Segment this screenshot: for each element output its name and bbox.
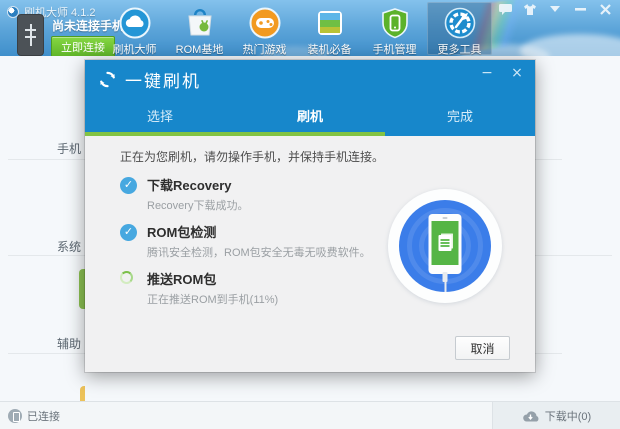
- dialog-tabs: 选择 刷机 完成: [85, 98, 535, 132]
- dialog-window-controls: − ×: [479, 66, 525, 80]
- downloads-status-text: 下载中(0): [544, 410, 592, 423]
- connection-status: 已连接: [0, 408, 60, 424]
- step-title: ROM包检测: [147, 225, 217, 240]
- tab-complete[interactable]: 完成: [385, 98, 535, 132]
- step-detail: 正在推送ROM到手机(11%): [147, 294, 279, 306]
- step-detail: 腾讯安全检测，ROM包安全无毒无吸费软件。: [147, 247, 371, 259]
- flashing-status-message: 正在为您刷机，请勿操作手机，并保持手机连接。: [120, 150, 385, 164]
- phone-connected-icon: [8, 408, 22, 423]
- dialog-titlebar: 一键刷机 − ×: [85, 60, 535, 98]
- flash-refresh-icon: [100, 71, 115, 87]
- usb-plug-icon: [25, 24, 36, 46]
- nav-item-more-tools[interactable]: 更多工具: [427, 2, 492, 56]
- feedback-icon[interactable]: [498, 3, 512, 15]
- cloud-icon: [119, 7, 151, 39]
- skin-icon[interactable]: [523, 3, 537, 15]
- gamepad-icon: [249, 7, 281, 39]
- nav-item-rom-base[interactable]: ROM基地: [167, 2, 232, 56]
- nav-item-hot-games[interactable]: 热门游戏: [232, 2, 297, 56]
- illustration-phone-icon: [428, 214, 462, 274]
- device-phone-icon: [17, 14, 44, 56]
- illustration-phone-screen: [431, 221, 459, 265]
- shield-phone-icon: [379, 7, 411, 39]
- bg-section-label-phone: 手机: [57, 142, 82, 156]
- close-icon[interactable]: [598, 3, 612, 15]
- nav-item-phone-manager[interactable]: 手机管理: [362, 2, 427, 56]
- step-title: 推送ROM包: [147, 272, 217, 287]
- step-title: 下载Recovery: [147, 178, 232, 193]
- dialog-close-icon[interactable]: ×: [509, 66, 525, 80]
- tools-gear-icon: [444, 7, 476, 39]
- illustration-blue-circle: [399, 200, 491, 292]
- usb-cable-icon: [442, 272, 448, 292]
- bg-section-label-system: 系统: [57, 240, 82, 254]
- menu-chevron-icon[interactable]: [548, 3, 562, 15]
- cancel-button[interactable]: 取消: [455, 336, 510, 360]
- step-loading-spinner-icon: [120, 271, 133, 284]
- step-rom-check: ✓ ROM包检测 腾讯安全检测，ROM包安全无毒无吸费软件。: [120, 223, 371, 260]
- statusbar: 已连接 下载中(0): [0, 401, 620, 429]
- dialog-title: 一键刷机: [125, 71, 201, 91]
- flashing-phone-illustration: [388, 189, 502, 303]
- minimize-icon[interactable]: [573, 3, 587, 15]
- step-done-check-icon: ✓: [120, 224, 137, 241]
- step-push-rom: 推送ROM包 正在推送ROM到手机(11%): [120, 270, 371, 307]
- rom-store-icon: [184, 7, 216, 39]
- dialog-body: 正在为您刷机，请勿操作手机，并保持手机连接。 ✓ 下载Recovery Reco…: [85, 136, 535, 372]
- main-nav: 刷机大师 ROM基地 热门游戏 装机必备 手机管理 更多工具: [102, 2, 492, 56]
- topbar: 刷机大师 4.1.2 尚未连接手机 立即连接 刷机大师 ROM基地 热门游戏 装…: [0, 0, 620, 56]
- dialog-minimize-icon[interactable]: −: [479, 66, 495, 80]
- apps-icon: [314, 7, 346, 39]
- nav-item-flash-master[interactable]: 刷机大师: [102, 2, 167, 56]
- bg-section-label-assist: 辅助: [57, 337, 82, 351]
- step-done-check-icon: ✓: [120, 177, 137, 194]
- tab-flash[interactable]: 刷机: [235, 98, 385, 132]
- window-controls: [498, 3, 612, 15]
- downloads-status-button[interactable]: 下载中(0): [492, 402, 620, 429]
- connection-status-text: 已连接: [27, 410, 60, 423]
- step-detail: Recovery下载成功。: [147, 200, 249, 212]
- rom-file-icon: [438, 235, 452, 251]
- one-click-flash-dialog: 一键刷机 − × 选择 刷机 完成 正在为您刷机，请勿操作手机，并保持手机连接。…: [85, 60, 535, 372]
- download-cloud-icon: [522, 410, 539, 421]
- flash-steps-list: ✓ 下载Recovery Recovery下载成功。 ✓ ROM包检测 腾讯安全…: [120, 176, 371, 317]
- tab-select[interactable]: 选择: [85, 98, 235, 132]
- nav-item-essential-apps[interactable]: 装机必备: [297, 2, 362, 56]
- step-download-recovery: ✓ 下载Recovery Recovery下载成功。: [120, 176, 371, 213]
